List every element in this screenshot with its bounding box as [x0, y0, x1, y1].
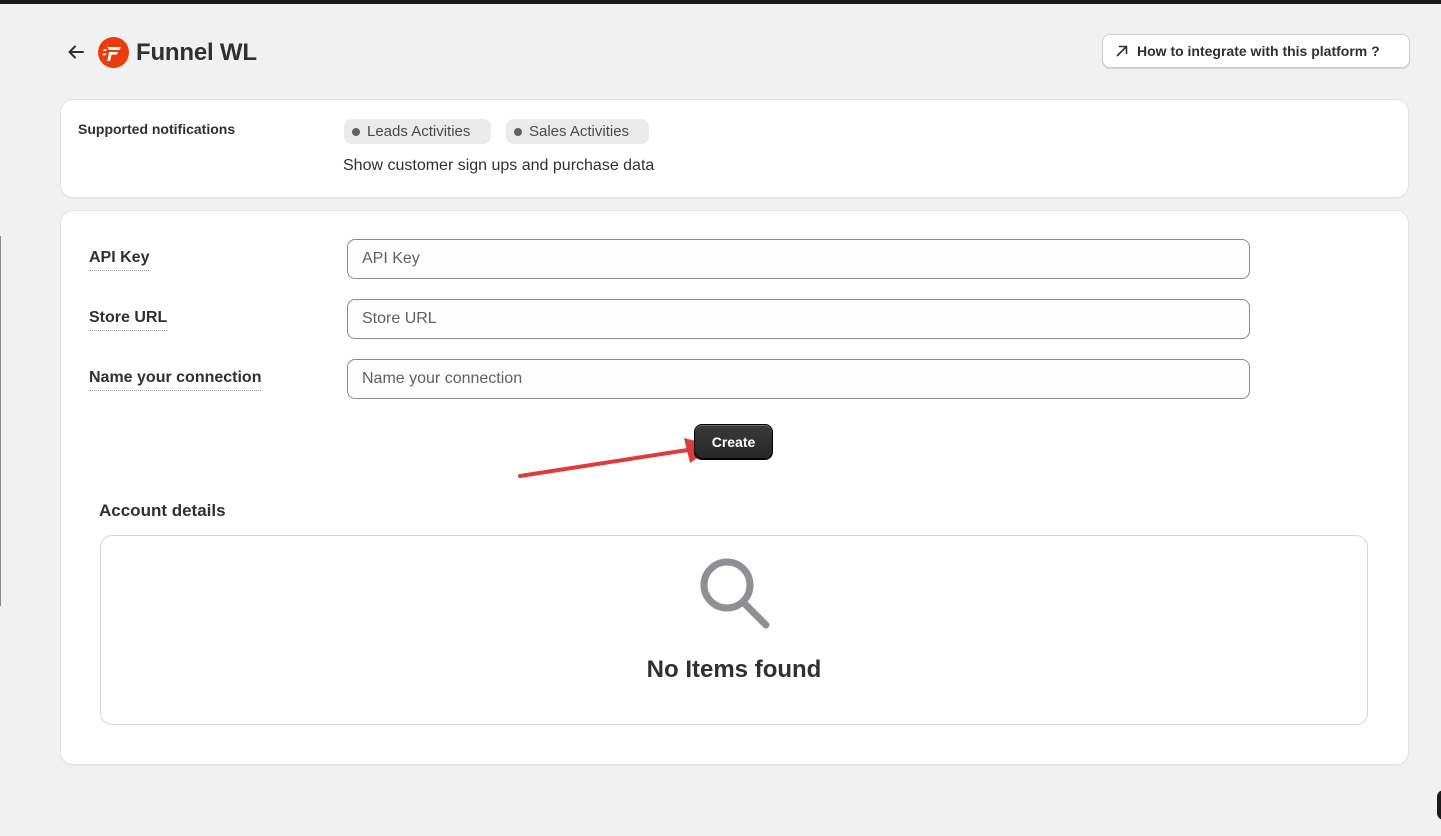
notifications-description: Show customer sign ups and purchase data — [343, 157, 655, 174]
corner-widget — [1437, 790, 1441, 820]
back-button[interactable] — [64, 40, 88, 64]
integration-help-button[interactable]: How to integrate with this platform ? — [1102, 34, 1410, 68]
arrow-left-icon — [68, 45, 84, 59]
tag-dot-icon — [514, 127, 522, 136]
account-details-title: Account details — [99, 501, 226, 520]
integration-help-label: How to integrate with this platform ? — [1137, 43, 1380, 59]
funnel-logo — [98, 37, 129, 68]
page-title: Funnel WL — [136, 39, 257, 66]
tag-label: Sales Activities — [529, 123, 630, 140]
create-button[interactable]: Create — [694, 424, 773, 459]
page-header: Funnel WL How to integrate with this pla… — [60, 34, 1410, 70]
arrow-up-right-icon — [1116, 45, 1128, 57]
store-url-label: Store URL — [89, 309, 168, 331]
connection-form-card: API Key Store URL Name your connection C… — [61, 211, 1408, 764]
connection-name-label: Name your connection — [89, 369, 262, 391]
account-details-empty-state: No Items found — [100, 535, 1368, 725]
supported-notifications-label: Supported notifications — [78, 121, 236, 137]
leads-activities-tag: Leads Activities — [344, 119, 491, 144]
store-url-input[interactable] — [347, 299, 1250, 339]
supported-notifications-card: Supported notifications Leads Activities… — [61, 100, 1408, 197]
search-icon — [700, 558, 770, 629]
api-key-label: API Key — [89, 249, 150, 271]
empty-state-message: No Items found — [646, 656, 822, 683]
tag-dot-icon — [352, 127, 360, 136]
window-top-bar — [0, 0, 1441, 4]
connection-name-input[interactable] — [347, 359, 1250, 399]
left-edge-divider — [0, 236, 1, 606]
tag-label: Leads Activities — [367, 123, 471, 140]
api-key-input[interactable] — [347, 239, 1250, 279]
sales-activities-tag: Sales Activities — [506, 119, 649, 144]
